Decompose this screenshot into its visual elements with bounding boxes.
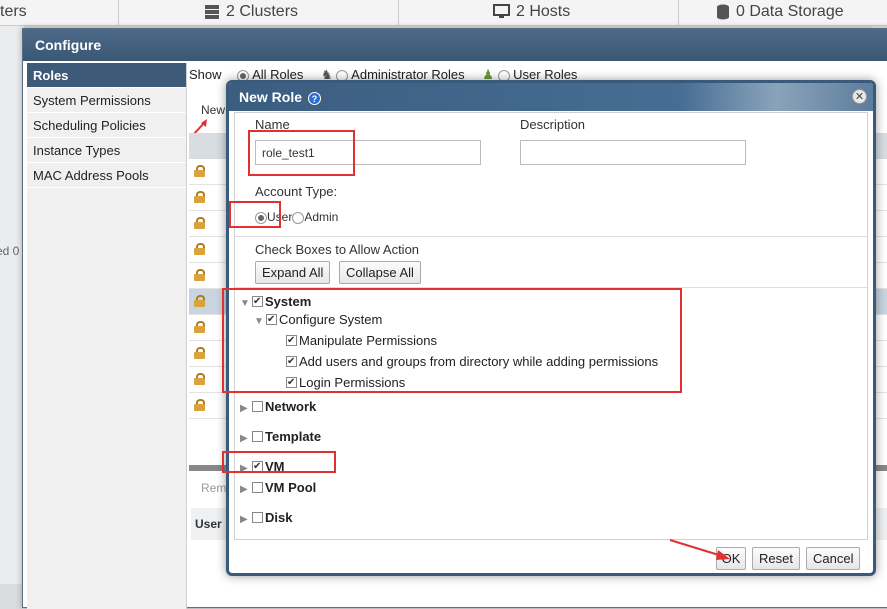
sidebar-item-instance-types[interactable]: Instance Types [27, 138, 186, 163]
database-icon [717, 4, 729, 20]
hosts-stat[interactable]: 2 Hosts [493, 0, 570, 26]
lock-icon [194, 191, 205, 203]
description-input[interactable] [520, 140, 746, 165]
clusters-fragment: ters [0, 3, 27, 20]
remove-button[interactable]: Rem [201, 481, 226, 495]
cancel-button[interactable]: Cancel [806, 547, 861, 570]
configure-title: Configure [23, 29, 887, 61]
lock-icon [194, 165, 205, 177]
sidebar-item-system-permissions[interactable]: System Permissions [27, 88, 186, 113]
template-checkbox[interactable] [252, 431, 263, 442]
divider [678, 0, 679, 26]
disk-checkbox[interactable] [252, 512, 263, 523]
divider [235, 236, 867, 237]
show-label: Show [189, 67, 222, 82]
tree-item-network[interactable]: ▶ Network [240, 398, 316, 416]
lock-icon [194, 217, 205, 229]
tree-item-vm-pool[interactable]: ▶ VM Pool [240, 479, 316, 497]
new-role-title: New Role [239, 89, 303, 105]
disk-label: Disk [265, 510, 293, 525]
collapse-all-button[interactable]: Collapse All [339, 261, 421, 284]
side-fragment: ed 0 [0, 244, 20, 258]
hosts-stat-label: 2 Hosts [516, 3, 571, 20]
lock-icon [194, 295, 205, 307]
sidebar-item-scheduling-policies[interactable]: Scheduling Policies [27, 113, 186, 138]
lock-icon [194, 243, 205, 255]
annotation-box-account-type [229, 201, 281, 228]
close-icon[interactable]: ✕ [852, 89, 867, 104]
annotation-box-name [248, 130, 355, 176]
vm-pool-checkbox[interactable] [252, 482, 263, 493]
lock-icon [194, 321, 205, 333]
expand-all-button[interactable]: Expand All [255, 261, 331, 284]
collapsed-triangle-icon[interactable]: ▶ [240, 430, 252, 448]
new-role-button[interactable]: New [201, 103, 225, 117]
lock-icon [194, 347, 205, 359]
help-icon[interactable]: ? [308, 91, 322, 105]
lock-icon [194, 399, 205, 411]
annotation-box-system [222, 288, 682, 393]
collapsed-triangle-icon[interactable]: ▶ [240, 481, 252, 499]
divider [398, 0, 399, 26]
tree-item-template[interactable]: ▶ Template [240, 428, 321, 446]
account-type-label: Account Type: [255, 184, 338, 199]
new-role-title-bar: New Role? [229, 83, 873, 111]
dashboard-side: ed 0 [0, 26, 24, 584]
sidebar-item-roles[interactable]: Roles [27, 63, 186, 88]
monitor-icon [493, 4, 510, 19]
dashboard-status-bar: ters 2 Clusters 2 Hosts 0 Data Storage D… [0, 0, 887, 44]
network-checkbox[interactable] [252, 401, 263, 412]
storage-stat[interactable]: 0 Data Storage Domai [716, 0, 887, 44]
account-admin-label[interactable]: Admin [304, 210, 338, 224]
clusters-stat-label: 2 Clusters [226, 3, 299, 20]
sidebar-item-mac-address-pools[interactable]: MAC Address Pools [27, 163, 186, 188]
divider [118, 0, 119, 26]
description-label: Description [520, 117, 586, 132]
annotation-arrow-ok [669, 539, 730, 560]
lock-icon [194, 373, 205, 385]
account-admin-radio[interactable] [292, 211, 305, 224]
clusters-stat[interactable]: 2 Clusters [204, 0, 298, 26]
collapsed-triangle-icon[interactable]: ▶ [240, 511, 252, 529]
servers-icon [205, 4, 219, 19]
template-label: Template [265, 429, 322, 444]
configure-sidebar: Roles System Permissions Scheduling Poli… [27, 63, 187, 609]
tree-item-disk[interactable]: ▶ Disk [240, 509, 292, 527]
vm-pool-label: VM Pool [265, 480, 317, 495]
annotation-box-vm [222, 451, 336, 473]
network-label: Network [265, 399, 317, 414]
collapsed-triangle-icon[interactable]: ▶ [240, 400, 252, 418]
reset-button[interactable]: Reset [752, 547, 800, 570]
lock-icon [194, 269, 205, 281]
check-boxes-label: Check Boxes to Allow Action [255, 242, 420, 257]
